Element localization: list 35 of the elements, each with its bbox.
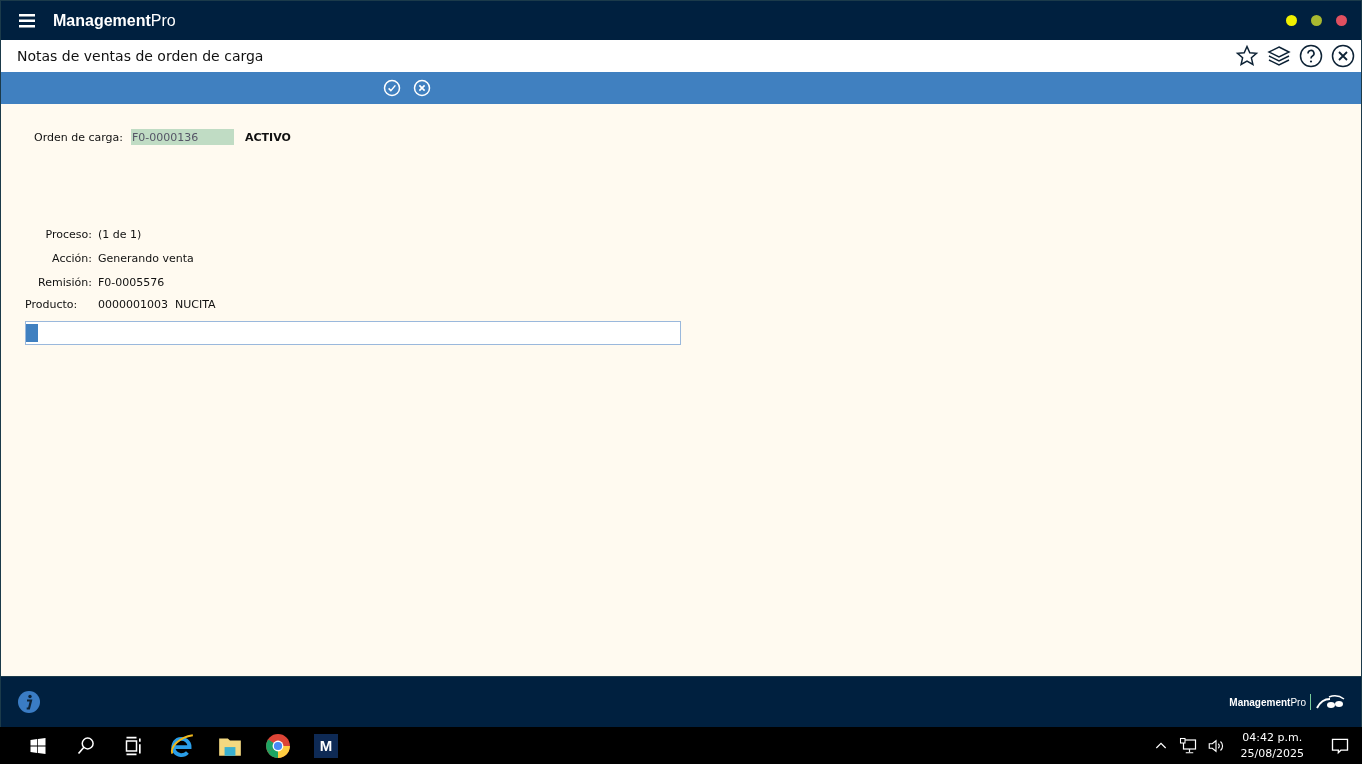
network-icon[interactable] <box>1178 736 1197 755</box>
field-value: 0000001003 NUCITA <box>98 298 216 311</box>
footer-brand: ManagementPro <box>1229 696 1306 708</box>
field-label: Remisión: <box>37 275 93 289</box>
accept-button[interactable] <box>383 79 401 97</box>
chrome-icon[interactable] <box>265 732 291 759</box>
close-button[interactable] <box>1336 15 1347 26</box>
field-value: F0-0005576 <box>98 275 165 289</box>
status-text: ACTIVO <box>245 130 291 144</box>
field-value: (1 de 1) <box>98 227 142 241</box>
layers-icon[interactable] <box>1267 44 1291 68</box>
menu-icon[interactable] <box>19 13 35 28</box>
clock-date[interactable]: 25/08/2025 <box>1240 745 1304 762</box>
field-label: Orden de carga: <box>33 130 124 144</box>
cancel-button[interactable] <box>413 79 431 97</box>
field-label: Acción: <box>51 251 93 265</box>
maximize-button[interactable] <box>1311 15 1322 26</box>
order-field[interactable]: F0-0000136 <box>131 129 234 145</box>
info-icon[interactable] <box>17 690 41 714</box>
close-icon[interactable] <box>1331 44 1355 68</box>
field-label: Proceso: <box>44 227 93 241</box>
field-label: Producto: <box>25 298 79 311</box>
minimize-button[interactable] <box>1286 15 1297 26</box>
page-title: Notas de ventas de orden de carga <box>17 48 264 64</box>
app-icon[interactable]: M <box>314 733 338 758</box>
help-icon[interactable] <box>1299 44 1323 68</box>
search-icon[interactable] <box>76 735 96 756</box>
app-brand: ManagementPro <box>53 11 176 30</box>
logo-icon <box>1315 694 1345 710</box>
star-icon[interactable] <box>1235 44 1259 68</box>
browser-e-icon[interactable] <box>169 732 195 759</box>
task-view-icon[interactable] <box>124 735 144 756</box>
windows-icon[interactable] <box>29 736 47 755</box>
clock-time[interactable]: 04:42 p.m. <box>1242 729 1303 746</box>
field-value: Generando venta <box>98 251 194 265</box>
